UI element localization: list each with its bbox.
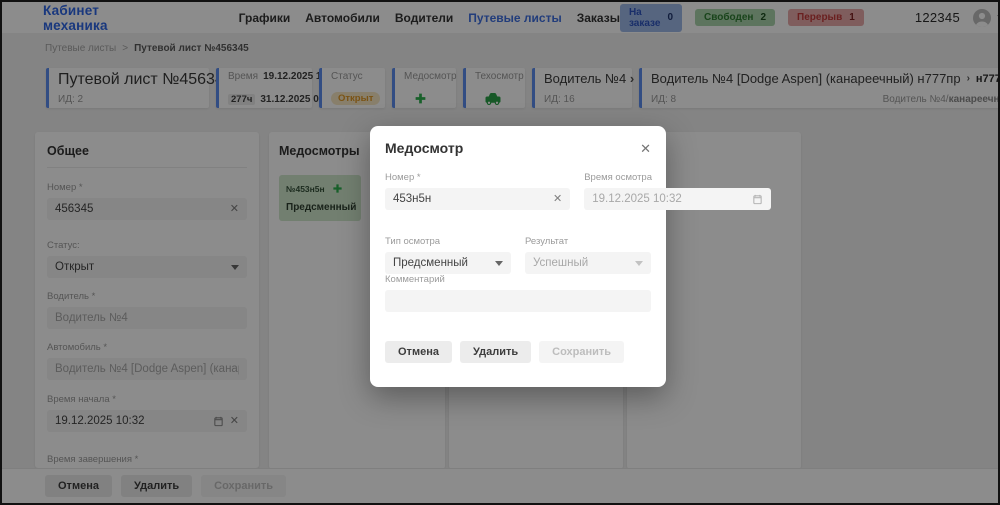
modal-time-label: Время осмотра xyxy=(584,172,771,183)
modal-field-number: Номер * ✕ xyxy=(385,172,570,210)
app-window: Кабинет механика Графики Автомобили Води… xyxy=(0,0,1000,505)
modal-field-comment: Комментарий xyxy=(385,274,651,312)
modal-number-label: Номер * xyxy=(385,172,570,183)
modal-field-type: Тип осмотра Предсменный xyxy=(385,236,511,274)
medcheck-modal: Медосмотр ✕ Номер * ✕ Время осмотра xyxy=(370,126,666,387)
type-select-value: Предсменный xyxy=(393,257,468,269)
modal-number-input[interactable] xyxy=(393,193,547,205)
modal-delete-button[interactable]: Удалить xyxy=(460,341,531,363)
modal-field-result: Результат Успешный xyxy=(525,236,651,274)
modal-result-label: Результат xyxy=(525,236,651,247)
result-select-value: Успешный xyxy=(533,257,588,269)
modal-field-time: Время осмотра xyxy=(584,172,771,210)
chevron-down-icon xyxy=(495,261,503,266)
close-icon[interactable]: ✕ xyxy=(640,142,651,155)
result-select: Успешный xyxy=(525,252,651,274)
modal-time-input xyxy=(592,193,746,205)
modal-type-label: Тип осмотра xyxy=(385,236,511,247)
clear-icon[interactable]: ✕ xyxy=(553,194,562,205)
modal-comment-label: Комментарий xyxy=(385,274,651,285)
comment-input[interactable] xyxy=(393,295,643,307)
modal-title: Медосмотр xyxy=(385,140,463,156)
calendar-icon xyxy=(752,194,763,205)
type-select[interactable]: Предсменный xyxy=(385,252,511,274)
modal-cancel-button[interactable]: Отмена xyxy=(385,341,452,363)
modal-save-button: Сохранить xyxy=(539,341,624,363)
chevron-down-icon xyxy=(635,261,643,266)
